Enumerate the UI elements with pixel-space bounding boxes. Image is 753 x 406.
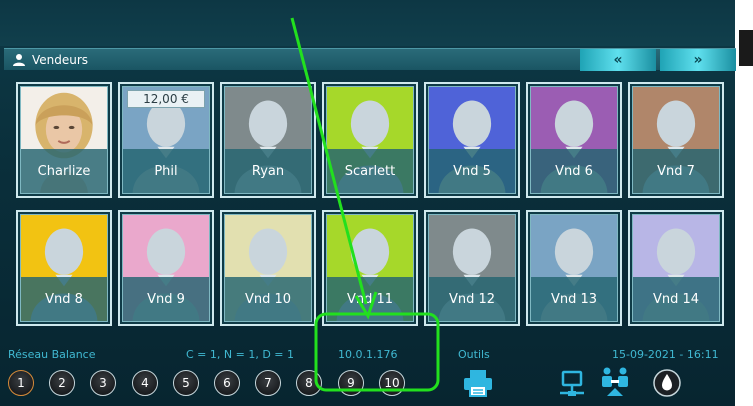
vendor-tile[interactable]: Vnd 8 (16, 210, 112, 326)
vendor-tile[interactable]: Ryan (220, 82, 316, 198)
vendor-name: Charlize (21, 149, 107, 193)
device-counts: C = 1, N = 1, D = 1 (186, 348, 294, 361)
vendor-name: Vnd 8 (21, 277, 107, 321)
vendor-name: Vnd 5 (429, 149, 515, 193)
vendor-tile[interactable]: Vnd 10 (220, 210, 316, 326)
chevron-left-icon: « (613, 52, 623, 68)
vendors-header: Vendeurs « » (4, 48, 736, 71)
scale-button[interactable]: 5 (173, 370, 199, 396)
vendor-amount-badge: 12,00 € (127, 90, 205, 108)
vendor-name: Vnd 14 (633, 277, 719, 321)
top-strip (0, 0, 753, 46)
right-edge-bar (739, 30, 753, 66)
vendor-name: Vnd 10 (225, 277, 311, 321)
drop-icon[interactable] (652, 368, 682, 398)
printer-icon[interactable] (462, 368, 494, 398)
next-page-button[interactable]: » (660, 49, 736, 71)
network-icon[interactable] (558, 370, 586, 398)
vendor-tile[interactable]: Vnd 5 (424, 82, 520, 198)
vendor-tile[interactable]: Scarlett (322, 82, 418, 198)
chevron-right-icon: » (693, 52, 703, 68)
user-icon (13, 53, 25, 66)
vendor-name: Scarlett (327, 149, 413, 193)
vendor-tile[interactable]: Vnd 12 (424, 210, 520, 326)
vendor-tile[interactable]: Vnd 7 (628, 82, 724, 198)
previous-page-button[interactable]: « (580, 49, 656, 71)
scale-button[interactable]: 3 (90, 370, 116, 396)
vendor-name: Ryan (225, 149, 311, 193)
scale-button[interactable]: 10 (379, 370, 405, 396)
vendor-name: Vnd 11 (327, 277, 413, 321)
scale-button[interactable]: 6 (214, 370, 240, 396)
scale-button[interactable]: 7 (255, 370, 281, 396)
vendor-name: Vnd 6 (531, 149, 617, 193)
vendor-name: Phil (123, 149, 209, 193)
vendor-name: Vnd 9 (123, 277, 209, 321)
transfer-icon[interactable] (598, 366, 632, 398)
vendor-tile[interactable]: Charlize (16, 82, 112, 198)
scale-button[interactable]: 9 (338, 370, 364, 396)
vendor-tile[interactable]: Vnd 6 (526, 82, 622, 198)
vendor-tile[interactable]: Vnd 14 (628, 210, 724, 326)
vendor-tile[interactable]: Phil 12,00 € (118, 82, 214, 198)
scale-button[interactable]: 4 (132, 370, 158, 396)
network-label: Réseau Balance (8, 348, 96, 361)
scale-button[interactable]: 8 (296, 370, 322, 396)
vendor-tile[interactable]: Vnd 9 (118, 210, 214, 326)
vendor-tile[interactable]: Vnd 13 (526, 210, 622, 326)
vendor-tile[interactable]: Vnd 11 (322, 210, 418, 326)
vendor-name: Vnd 12 (429, 277, 515, 321)
vendor-name: Vnd 13 (531, 277, 617, 321)
scale-button[interactable]: 1 (8, 370, 34, 396)
vendor-name: Vnd 7 (633, 149, 719, 193)
datetime: 15-09-2021 - 16:11 (612, 348, 719, 361)
vendors-title: Vendeurs (32, 52, 89, 67)
scale-button[interactable]: 2 (49, 370, 75, 396)
tools-label: Outils (458, 348, 490, 361)
ip-address: 10.0.1.176 (338, 348, 398, 361)
